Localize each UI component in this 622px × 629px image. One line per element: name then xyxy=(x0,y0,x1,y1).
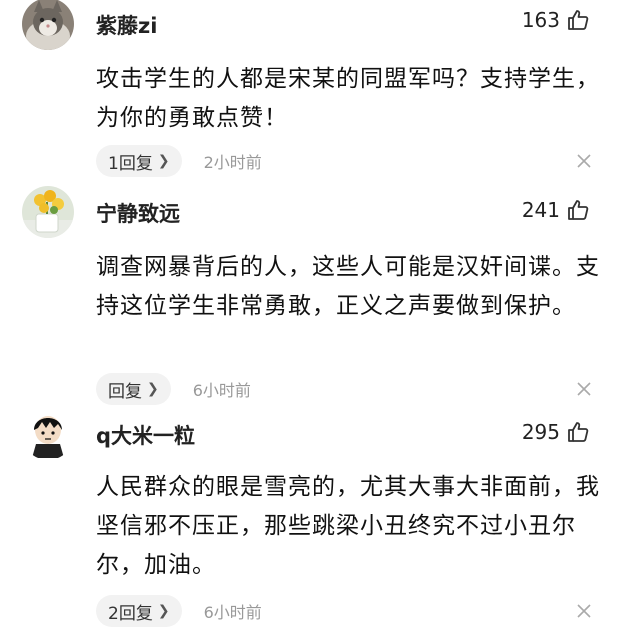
like-count: 163 xyxy=(521,8,560,32)
comment-item: 宁静致远 241 调查网暴背后的人，这些人可能是汉奸间谍。支持这位学生非常勇敢，… xyxy=(0,186,622,406)
reply-label: 2回复 xyxy=(108,603,153,624)
thumbs-up-icon xyxy=(568,10,589,30)
reply-button[interactable]: 1回复 ❯ xyxy=(96,145,182,177)
reply-button[interactable]: 回复 ❯ xyxy=(96,373,171,405)
reply-label: 1回复 xyxy=(108,153,153,174)
timestamp: 6小时前 xyxy=(192,381,251,400)
like-button[interactable]: 163 xyxy=(522,8,590,32)
comment-footer: 1回复 ❯ 2小时前 xyxy=(96,145,262,177)
username[interactable]: q大米一粒 xyxy=(96,420,195,450)
comment-item: 紫藤zi 163 攻击学生的人都是宋某的同盟军吗？支持学生，为你的勇敢点赞！ 1… xyxy=(0,0,622,185)
chevron-right-icon: ❯ xyxy=(157,153,170,169)
close-icon[interactable] xyxy=(576,603,592,619)
chevron-right-icon: ❯ xyxy=(147,381,159,397)
reply-button[interactable]: 2回复 ❯ xyxy=(96,595,182,627)
like-count: 241 xyxy=(521,198,560,222)
like-button[interactable]: 241 xyxy=(522,198,590,222)
comment-footer: 回复 ❯ 6小时前 xyxy=(96,373,251,405)
username[interactable]: 宁静致远 xyxy=(96,198,180,228)
reply-label: 回复 xyxy=(108,381,142,402)
cat-avatar-icon xyxy=(22,0,74,50)
avatar[interactable] xyxy=(22,0,74,50)
comment-item: q大米一粒 295 人民群众的眼是雪亮的，尤其大事大非面前，我坚信邪不压正，那些… xyxy=(0,406,622,629)
avatar[interactable] xyxy=(22,408,74,460)
close-icon[interactable] xyxy=(576,153,592,169)
comment-footer: 2回复 ❯ 6小时前 xyxy=(96,595,262,627)
username[interactable]: 紫藤zi xyxy=(96,10,157,40)
timestamp: 2小时前 xyxy=(203,153,262,172)
cartoon-avatar-icon xyxy=(22,408,74,460)
thumbs-up-icon xyxy=(568,200,589,220)
like-button[interactable]: 295 xyxy=(522,420,590,444)
avatar[interactable] xyxy=(22,186,74,238)
like-count: 295 xyxy=(521,420,560,444)
close-icon[interactable] xyxy=(576,381,592,397)
timestamp: 6小时前 xyxy=(203,603,262,622)
flower-avatar-icon xyxy=(22,186,74,238)
chevron-right-icon: ❯ xyxy=(157,603,170,619)
comment-text: 人民群众的眼是雪亮的，尤其大事大非面前，我坚信邪不压正，那些跳梁小丑终究不过小丑… xyxy=(96,474,600,578)
thumbs-up-icon xyxy=(568,422,589,442)
comment-text: 调查网暴背后的人，这些人可能是汉奸间谍。支持这位学生非常勇敢，正义之声要做到保护… xyxy=(96,254,600,319)
comment-text: 攻击学生的人都是宋某的同盟军吗？支持学生，为你的勇敢点赞！ xyxy=(96,66,600,131)
